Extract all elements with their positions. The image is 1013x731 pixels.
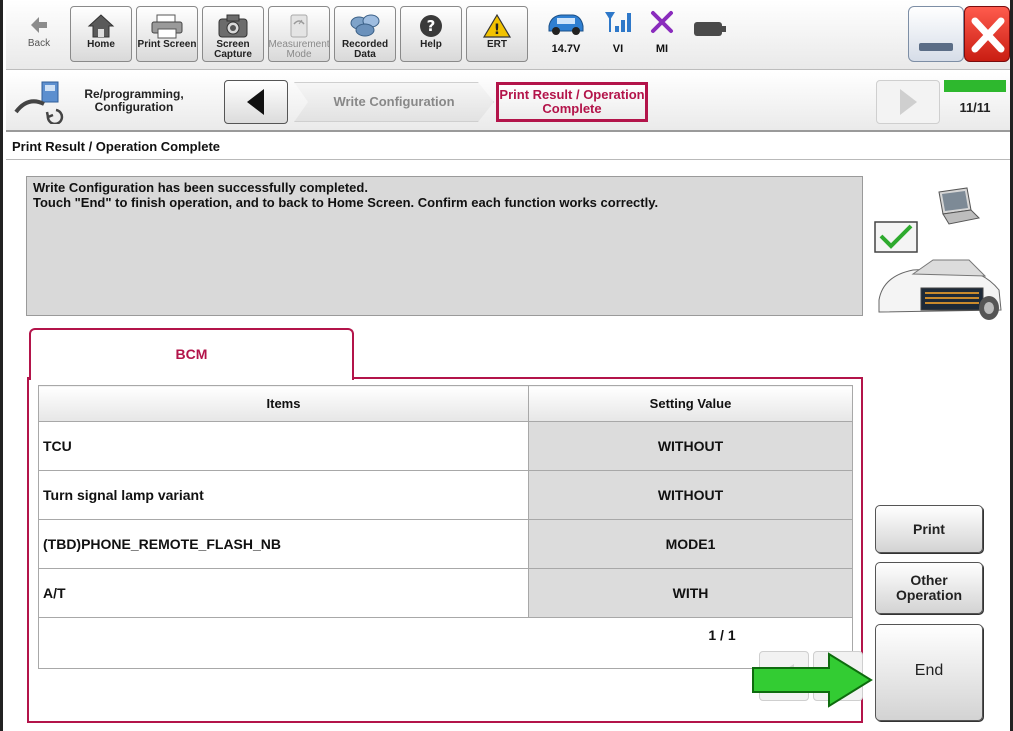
table-row[interactable]: TCU WITHOUT [38, 421, 853, 471]
progress-bar [944, 80, 1006, 92]
minimize-icon [919, 43, 953, 51]
row-item: A/T [38, 568, 529, 618]
ert-button[interactable]: ! ERT [466, 6, 528, 62]
end-button[interactable]: End [875, 624, 983, 721]
back-button[interactable]: Back [8, 6, 70, 62]
mi-status: MI [642, 8, 682, 64]
battery-voltage: 14.7V [551, 43, 581, 55]
battery-status: 14.7V [536, 8, 596, 64]
other-operation-button[interactable]: Other Operation [875, 562, 983, 614]
row-item: Turn signal lamp variant [38, 470, 529, 520]
tab-bcm[interactable]: BCM [29, 328, 354, 380]
screen-capture-button[interactable]: Screen Capture [202, 6, 264, 62]
empty-cell [38, 617, 853, 669]
battery-indicator [690, 20, 730, 76]
row-value: MODE1 [528, 519, 853, 569]
car-icon [545, 8, 587, 41]
close-icon [971, 17, 1005, 53]
table-row-empty [38, 617, 853, 669]
back-label: Back [27, 38, 51, 49]
help-button[interactable]: ? Help [400, 6, 462, 62]
table-row[interactable]: (TBD)PHONE_REMOTE_FLASH_NB MODE1 [38, 519, 853, 569]
ert-label: ERT [487, 39, 507, 50]
mi-label: MI [655, 43, 669, 55]
row-value: WITH [528, 568, 853, 618]
breadcrumb-title: Re/programming, Configuration [84, 87, 184, 114]
row-item: TCU [38, 421, 529, 471]
breadcrumb-step-write-configuration[interactable]: Write Configuration [294, 82, 494, 122]
recorded-data-label: Recorded Data [341, 39, 389, 60]
triangle-right-icon [900, 89, 917, 115]
message-line-2: Touch "End" to finish operation, and to … [33, 195, 659, 210]
header-items: Items [38, 385, 529, 422]
row-item: (TBD)PHONE_REMOTE_FLASH_NB [38, 519, 529, 569]
breadcrumb-step-print-result: Print Result / Operation Complete [496, 82, 648, 122]
disconnected-x-icon [648, 8, 676, 41]
print-screen-button[interactable]: Print Screen [136, 6, 198, 62]
page-counter: 1 / 1 [708, 627, 736, 643]
table-row[interactable]: A/T WITH [38, 568, 853, 618]
vi-status: VI [598, 8, 638, 64]
svg-text:?: ? [427, 17, 436, 35]
toolbar: Back Home Print Screen Screen Capture Me [6, 0, 1010, 70]
progress-counter: 11/11 [959, 100, 991, 115]
message-line-1: Write Configuration has been successfull… [33, 180, 368, 195]
row-value: WITHOUT [528, 470, 853, 520]
svg-text:!: ! [494, 22, 500, 38]
gauge-icon [284, 12, 314, 40]
home-icon [86, 12, 116, 40]
message-box: Write Configuration has been successfull… [26, 176, 863, 316]
warning-icon: ! [482, 12, 512, 40]
back-arrow-icon [28, 11, 50, 39]
home-label: Home [87, 39, 115, 50]
triangle-left-icon [247, 89, 264, 115]
vi-label: VI [612, 43, 624, 55]
previous-step-button[interactable] [224, 80, 288, 124]
battery-icon [693, 20, 727, 43]
reprogramming-icon [14, 78, 70, 126]
table-row[interactable]: Turn signal lamp variant WITHOUT [38, 470, 853, 520]
row-value: WITHOUT [528, 421, 853, 471]
table-header-row: Items Setting Value [38, 385, 853, 422]
green-arrow-icon [751, 652, 875, 708]
settings-table-panel: Items Setting Value TCU WITHOUT Turn sig… [27, 377, 863, 723]
recorded-data-button[interactable]: Recorded Data [334, 6, 396, 62]
signal-icon [603, 8, 633, 41]
print-button[interactable]: Print [875, 505, 983, 553]
header-setting-value: Setting Value [528, 385, 853, 422]
home-button[interactable]: Home [70, 6, 132, 62]
close-button[interactable] [964, 6, 1010, 62]
help-label: Help [420, 39, 442, 50]
camera-icon [216, 12, 250, 40]
print-screen-label: Print Screen [137, 39, 197, 50]
help-icon: ? [418, 12, 444, 40]
recorded-data-icon [347, 12, 383, 40]
measurement-mode-label: Measurement Mode [268, 39, 330, 60]
screen-capture-label: Screen Capture [214, 39, 252, 60]
measurement-mode-button[interactable]: Measurement Mode [268, 6, 330, 62]
minimize-button[interactable] [908, 6, 964, 62]
app-window: Back Home Print Screen Screen Capture Me [0, 0, 1013, 731]
printer-icon [149, 12, 185, 40]
next-step-button[interactable] [876, 80, 940, 124]
breadcrumb: Re/programming, Configuration Write Conf… [6, 72, 1010, 132]
car-laptop-icon [865, 180, 1005, 330]
page-title: Print Result / Operation Complete [6, 134, 1010, 160]
